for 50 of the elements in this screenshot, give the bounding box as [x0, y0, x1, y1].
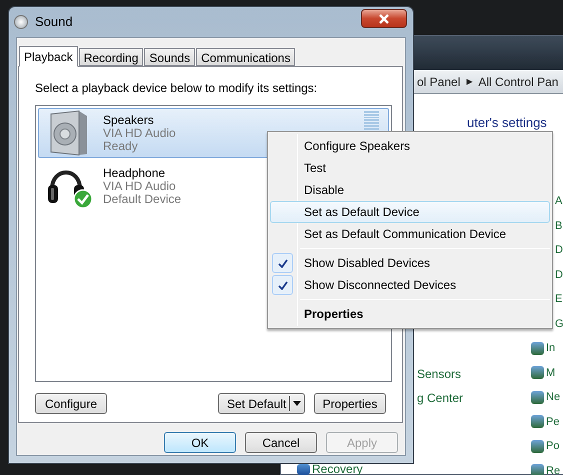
menu-item[interactable]: Disable [270, 179, 550, 201]
device-driver: VIA HD Audio [103, 180, 177, 192]
menu-item[interactable]: Test [270, 157, 550, 179]
caret-icon [293, 401, 301, 406]
tab[interactable]: Playback [19, 46, 78, 67]
menu-item[interactable]: Set as Default Device [270, 201, 550, 223]
menu-item[interactable]: Show Disconnected Devices [270, 274, 550, 296]
close-button[interactable] [361, 9, 407, 28]
control-panel-link[interactable]: g Center [417, 390, 464, 406]
menu-item[interactable]: Properties [270, 303, 550, 325]
tab[interactable]: Sounds [144, 48, 196, 66]
recovery-icon [297, 464, 310, 475]
dialog-button[interactable]: Cancel [245, 432, 317, 453]
sound-icon [14, 15, 28, 29]
control-panel-link[interactable]: G [555, 316, 563, 332]
control-panel-link[interactable]: B [555, 218, 562, 234]
control-panel-link[interactable]: M [546, 364, 556, 381]
menu-item[interactable]: Set as Default Communication Device [270, 223, 550, 245]
device-status: Ready [103, 140, 139, 152]
checkmark-icon [272, 275, 293, 295]
control-panel-link[interactable]: D [555, 266, 563, 283]
control-panel-link[interactable]: Sensors [417, 366, 464, 382]
device-driver: VIA HD Audio [103, 126, 176, 140]
control-panel-link[interactable]: In [546, 340, 556, 356]
properties-button[interactable]: Properties [314, 393, 386, 414]
control-panel-link[interactable]: D [555, 242, 563, 258]
tab[interactable]: Recording [78, 48, 144, 66]
control-panel-link[interactable]: Po [546, 438, 560, 454]
instruction-text: Select a playback device below to modify its settings: [35, 80, 318, 97]
device-status: Default Device [103, 192, 182, 206]
device-name: Speakers [103, 114, 155, 126]
close-icon [379, 14, 389, 24]
device-name: Headphone [103, 166, 166, 180]
tab[interactable]: Communications [196, 48, 296, 66]
configure-button[interactable]: Configure [35, 393, 107, 414]
control-panel-link[interactable]: A [555, 193, 562, 210]
menu-item[interactable]: Show Disabled Devices [270, 252, 550, 274]
set-default-button[interactable]: Set Default [218, 393, 305, 414]
breadcrumb-item[interactable]: All Control Pan [478, 72, 558, 90]
control-panel-link[interactable]: E [555, 291, 562, 308]
control-panel-link[interactable]: Ne [546, 389, 560, 406]
window-title: Sound [35, 13, 73, 32]
control-panel-link[interactable]: Re [546, 462, 560, 475]
breadcrumb-item[interactable]: ol Panel [417, 72, 460, 90]
breadcrumb-arrow-icon: ▶ [466, 76, 472, 88]
checkmark-icon [272, 253, 293, 273]
speaker-icon [49, 110, 89, 156]
dialog-button[interactable]: OK [164, 432, 236, 453]
page-heading: uter's settings [467, 115, 547, 130]
control-panel-link[interactable]: Pe [546, 414, 560, 430]
